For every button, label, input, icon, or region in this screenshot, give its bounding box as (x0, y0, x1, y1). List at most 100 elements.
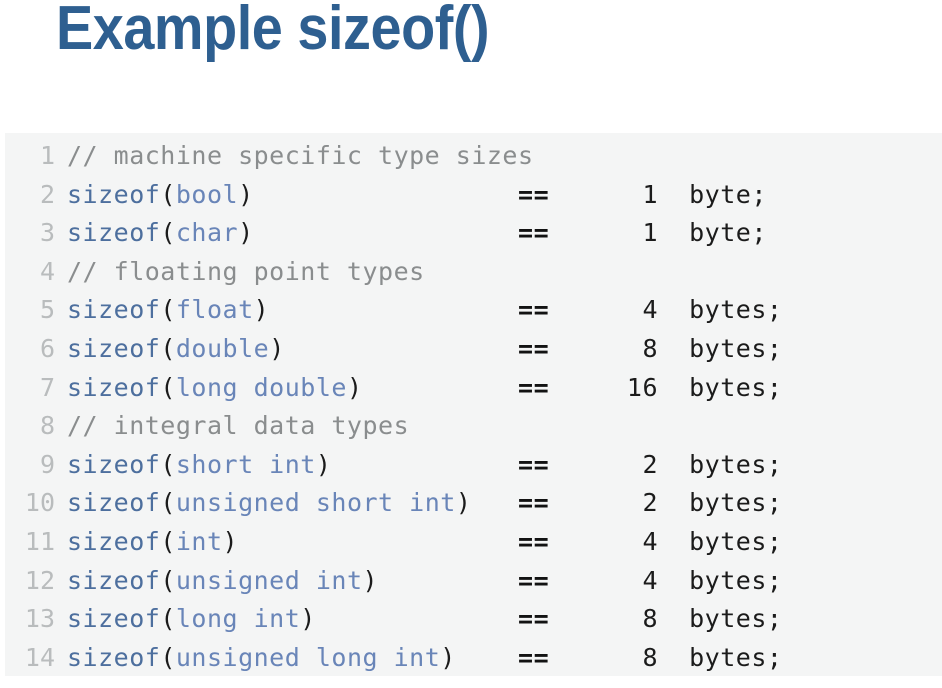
line-number: 8 (39, 411, 55, 441)
line-number: 13 (24, 604, 55, 634)
line-number: 6 (39, 333, 55, 363)
code-line-list: 1// machine specific type sizes 2 sizeof(b… (5, 133, 782, 676)
equality-operator-token: == (518, 449, 550, 479)
code-line-content: sizeof(unsigned long int) == 8 bytes; (55, 639, 782, 676)
comment-token: // integral data types (67, 411, 410, 441)
code-line-content: sizeof(unsigned short int) == 2 bytes; (55, 484, 782, 523)
code-line-content: // floating point types (55, 253, 425, 292)
code-line: 5 sizeof(float) == 4 bytes; (5, 291, 782, 330)
code-line-content: sizeof(long double) == 16 bytes; (55, 369, 782, 408)
open-paren-token: ( (160, 333, 176, 363)
unit-token: bytes; (689, 565, 783, 595)
unit-token: bytes; (689, 333, 783, 363)
size-value-token: 2 (626, 488, 659, 518)
sizeof-token: sizeof (67, 179, 161, 209)
code-line: 14 sizeof(unsigned long int) == 8 bytes; (5, 639, 782, 676)
type-token: double (175, 333, 270, 363)
code-line: 10 sizeof(unsigned short int) == 2 bytes; (5, 484, 782, 523)
code-line-content: sizeof(double) == 8 bytes; (55, 330, 782, 369)
size-value-token: 4 (626, 526, 659, 556)
line-number: 11 (24, 526, 55, 556)
code-line: 12 sizeof(unsigned int) == 4 bytes; (5, 562, 782, 601)
equality-operator-token: == (518, 333, 550, 363)
equality-operator-token: == (518, 372, 550, 402)
equality-operator-token: == (518, 295, 550, 325)
equality-operator-token: == (518, 179, 550, 209)
close-paren-token: ) (455, 488, 472, 518)
open-paren-token: ( (160, 488, 176, 518)
size-value-token: 16 (626, 372, 659, 402)
type-token: float (175, 295, 254, 325)
type-token: int (175, 526, 223, 556)
close-paren-token: ) (269, 333, 285, 363)
code-line: 7 sizeof(long double) == 16 bytes; (5, 369, 782, 408)
sizeof-token: sizeof (67, 488, 161, 518)
code-line: 6 sizeof(double) == 8 bytes; (5, 330, 782, 369)
line-number: 2 (39, 179, 55, 209)
size-value-token: 2 (626, 449, 659, 479)
line-number: 10 (24, 488, 55, 518)
line-number: 12 (24, 565, 55, 595)
type-token: long double (175, 372, 347, 402)
sizeof-token: sizeof (67, 218, 161, 248)
open-paren-token: ( (160, 179, 176, 209)
size-value-token: 4 (626, 295, 659, 325)
sizeof-token: sizeof (67, 526, 161, 556)
code-line-content: sizeof(int) == 4 bytes; (55, 523, 782, 562)
line-number: 1 (39, 141, 55, 170)
size-value-token: 4 (626, 565, 659, 595)
line-number: 4 (39, 256, 55, 286)
line-number: 3 (39, 218, 55, 248)
size-value-token: 1 (626, 218, 659, 248)
open-paren-token: ( (160, 565, 176, 595)
sizeof-token: sizeof (67, 333, 161, 363)
line-number: 9 (39, 449, 55, 479)
code-line: 11 sizeof(int) == 4 bytes; (5, 523, 782, 562)
code-line: 13 sizeof(long int) == 8 bytes; (5, 600, 782, 639)
code-line-content: sizeof(bool) == 1 byte; (55, 176, 767, 215)
comment-token: // floating point types (67, 256, 425, 286)
code-block: 1// machine specific type sizes 2 sizeof(b… (5, 133, 942, 676)
open-paren-token: ( (160, 449, 176, 479)
unit-token: bytes; (689, 526, 783, 556)
equality-operator-token: == (518, 604, 550, 634)
sizeof-token: sizeof (67, 565, 161, 595)
unit-token: bytes; (689, 449, 783, 479)
unit-token: bytes; (689, 642, 783, 672)
type-token: unsigned long int (175, 642, 441, 672)
code-line-content: // integral data types (55, 407, 409, 446)
open-paren-token: ( (160, 372, 176, 402)
close-paren-token: ) (362, 565, 379, 595)
sizeof-token: sizeof (67, 604, 161, 634)
code-line-content: sizeof(long int) == 8 bytes; (55, 600, 782, 639)
code-line: 4 // floating point types (5, 253, 782, 292)
unit-token: byte; (689, 179, 767, 209)
close-paren-token: ) (222, 526, 239, 556)
equality-operator-token: == (518, 526, 550, 556)
